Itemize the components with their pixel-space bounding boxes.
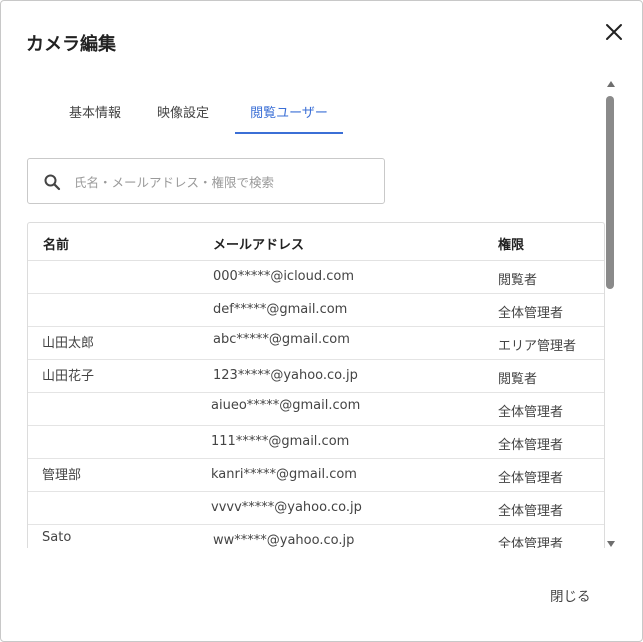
row-name: 山田太郎 <box>42 336 95 351</box>
row-role: 閲覧者 <box>498 372 538 387</box>
row-role: 全体管理者 <box>498 537 564 548</box>
tab-basic-info[interactable]: 基本情報 <box>65 96 125 132</box>
table-row[interactable]: 000*****@icloud.com 閲覧者 <box>28 261 604 294</box>
search-input[interactable] <box>72 171 376 193</box>
column-header-role: 権限 <box>498 238 525 253</box>
table-row[interactable]: Sato ww*****@yahoo.co.jp 全体管理者 <box>28 525 604 548</box>
row-role: 全体管理者 <box>498 471 564 486</box>
footer-close-button[interactable]: 閉じる <box>550 585 591 605</box>
row-email: def*****@gmail.com <box>213 302 348 317</box>
search-icon <box>44 174 61 191</box>
row-name: 管理部 <box>42 468 82 483</box>
row-email: aiueo*****@gmail.com <box>211 398 361 413</box>
row-email: 123*****@yahoo.co.jp <box>213 368 358 383</box>
table-row[interactable]: 管理部 kanri*****@gmail.com 全体管理者 <box>28 459 604 492</box>
scrollbar-thumb[interactable] <box>606 96 614 289</box>
scroll-up-arrow-icon[interactable] <box>607 81 615 87</box>
row-role: 全体管理者 <box>498 405 564 420</box>
table-row[interactable]: vvvv*****@yahoo.co.jp 全体管理者 <box>28 492 604 525</box>
tab-video-settings[interactable]: 映像設定 <box>153 96 213 132</box>
close-icon <box>606 24 622 40</box>
row-role: エリア管理者 <box>498 339 577 354</box>
users-table: 名前 メールアドレス 権限 000*****@icloud.com 閲覧者 de… <box>27 222 605 548</box>
close-button[interactable] <box>602 20 626 44</box>
row-email: ww*****@yahoo.co.jp <box>213 533 355 548</box>
row-name: 山田花子 <box>42 369 95 384</box>
tab-viewing-users[interactable]: 閲覧ユーザー <box>235 96 343 134</box>
table-header: 名前 メールアドレス 権限 <box>28 223 604 261</box>
vertical-scrollbar[interactable] <box>606 81 616 547</box>
row-email: kanri*****@gmail.com <box>211 467 357 482</box>
column-header-email: メールアドレス <box>213 238 305 253</box>
row-email: abc*****@gmail.com <box>213 332 350 347</box>
dialog-title: カメラ編集 <box>26 34 116 55</box>
column-header-name: 名前 <box>43 238 70 253</box>
row-role: 閲覧者 <box>498 273 538 288</box>
row-email: vvvv*****@yahoo.co.jp <box>211 500 362 515</box>
table-row[interactable]: 山田花子 123*****@yahoo.co.jp 閲覧者 <box>28 360 604 393</box>
row-role: 全体管理者 <box>498 504 564 519</box>
row-email: 000*****@icloud.com <box>213 269 355 284</box>
table-row[interactable]: def*****@gmail.com 全体管理者 <box>28 294 604 327</box>
table-row[interactable]: 111*****@gmail.com 全体管理者 <box>28 426 604 459</box>
scroll-down-arrow-icon[interactable] <box>607 541 615 547</box>
row-email: 111*****@gmail.com <box>211 434 350 449</box>
row-role: 全体管理者 <box>498 306 564 321</box>
search-box <box>27 158 385 204</box>
row-role: 全体管理者 <box>498 438 564 453</box>
table-row[interactable]: aiueo*****@gmail.com 全体管理者 <box>28 393 604 426</box>
table-row[interactable]: 山田太郎 abc*****@gmail.com エリア管理者 <box>28 327 604 360</box>
camera-edit-dialog: カメラ編集 基本情報 映像設定 閲覧ユーザー 名前 メールアドレス 権限 000… <box>0 0 643 642</box>
row-name: Sato <box>42 530 72 545</box>
